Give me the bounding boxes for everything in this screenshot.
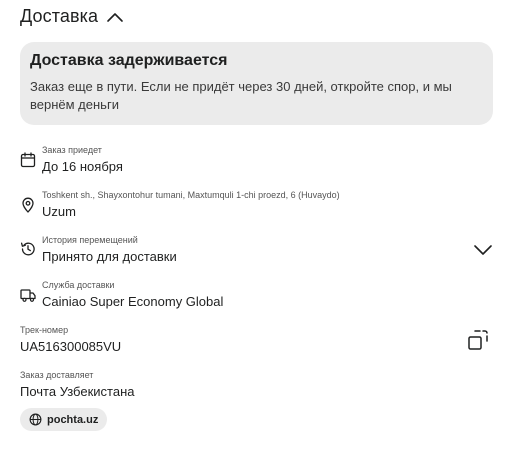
globe-icon	[29, 413, 42, 426]
carrier-row: Заказ доставляет Почта Узбекистана	[20, 370, 493, 402]
truck-icon	[20, 289, 36, 302]
arrival-value: До 16 ноября	[42, 159, 123, 174]
history-row[interactable]: История перемещений Принято для доставки	[20, 235, 493, 267]
chevron-down-icon[interactable]	[473, 240, 493, 260]
carrier-value: Почта Узбекистана	[20, 384, 135, 399]
section-title: Доставка	[20, 6, 99, 26]
delivery-panel: Доставка Доставка задерживается Заказ ещ…	[0, 0, 509, 461]
alert-title: Доставка задерживается	[30, 52, 228, 69]
clock-history-icon	[20, 242, 35, 256]
carrier-label: Заказ доставляет	[20, 370, 94, 380]
service-label: Служба доставки	[42, 280, 115, 290]
carrier-website-text: pochta.uz	[47, 413, 99, 426]
alert-text: Заказ еще в пути. Если не придёт через 3…	[30, 79, 452, 112]
copy-icon[interactable]	[467, 329, 489, 351]
tracking-value: UA516300085VU	[20, 339, 122, 354]
address-value: Uzum	[42, 204, 76, 219]
delivery-section-toggle[interactable]: Доставка	[20, 6, 124, 27]
address-label: Toshkent sh., Shayxontohur tumani, Maxtu…	[42, 190, 340, 200]
tracking-row: Трек-номер UA516300085VU	[20, 325, 493, 357]
service-row: Служба доставки Cainiao Super Economy Gl…	[20, 280, 493, 312]
arrival-label: Заказ приедет	[42, 145, 102, 155]
chevron-up-icon	[107, 12, 123, 22]
arrival-row: Заказ приедет До 16 ноября	[20, 145, 493, 177]
service-value: Cainiao Super Economy Global	[42, 294, 224, 309]
address-row: Toshkent sh., Shayxontohur tumani, Maxtu…	[20, 190, 493, 222]
history-label: История перемещений	[42, 235, 138, 245]
location-pin-icon	[22, 197, 34, 213]
carrier-website-link[interactable]: pochta.uz	[20, 408, 108, 431]
delay-alert: Доставка задерживается Заказ еще в пути.…	[20, 42, 493, 125]
tracking-label: Трек-номер	[20, 325, 69, 335]
history-value: Принято для доставки	[42, 249, 177, 264]
calendar-icon	[20, 152, 36, 168]
